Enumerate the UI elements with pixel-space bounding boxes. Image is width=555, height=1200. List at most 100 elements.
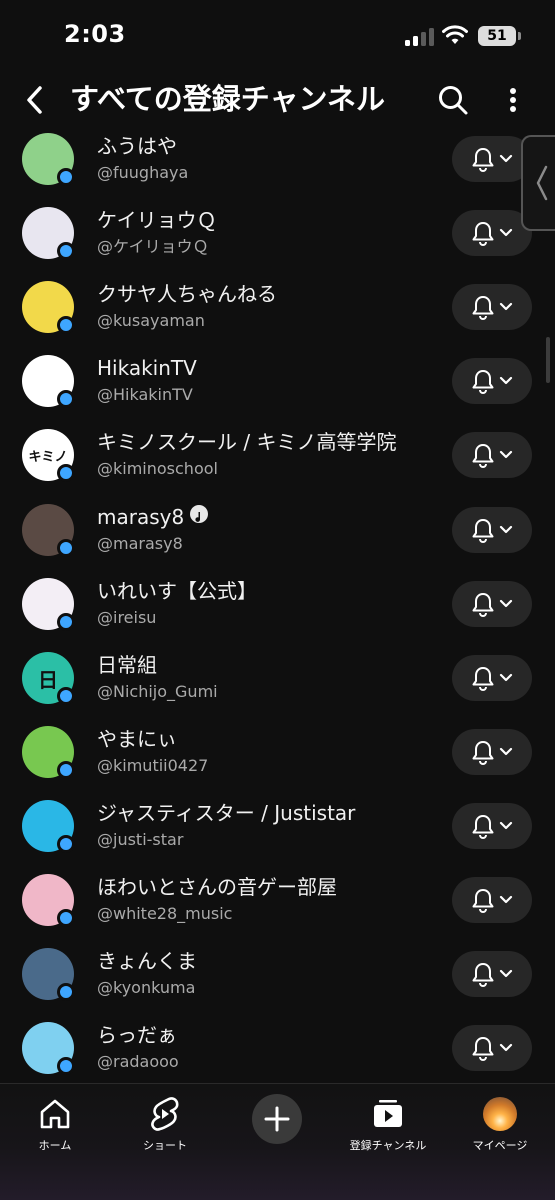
bell-icon xyxy=(472,815,494,839)
notification-settings-button[interactable] xyxy=(452,581,532,627)
channel-name-text: marasy8 xyxy=(97,505,185,529)
new-content-dot xyxy=(57,464,75,482)
bell-icon xyxy=(472,148,494,172)
bell-icon xyxy=(472,593,494,617)
wifi-icon xyxy=(442,25,468,44)
back-button[interactable] xyxy=(18,80,52,120)
channel-row[interactable]: いれいす【公式】 @ireisu xyxy=(0,575,555,649)
bell-icon xyxy=(472,370,494,394)
channel-row[interactable]: marasy8 @marasy8 xyxy=(0,501,555,575)
channel-name: 日常組 xyxy=(97,653,157,677)
channel-row[interactable]: きょんくま @kyonkuma xyxy=(0,945,555,1019)
channel-name: ケイリョウＱ xyxy=(97,208,217,232)
notification-settings-button[interactable] xyxy=(452,358,532,404)
nav-shorts-label: ショート xyxy=(143,1139,187,1152)
channel-row[interactable]: らっだぁ @radaooo xyxy=(0,1019,555,1083)
new-content-dot xyxy=(57,835,75,853)
page-title: すべての登録チャンネル xyxy=(70,82,385,116)
notification-settings-button[interactable] xyxy=(452,507,532,553)
channel-handle: @fuughaya xyxy=(97,163,189,182)
create-button[interactable] xyxy=(252,1094,302,1144)
nav-home-label: ホーム xyxy=(38,1139,72,1152)
nav-mypage-label: マイページ xyxy=(472,1139,528,1152)
bottom-navigation: ホーム ショート 登録チャンネル マイページ xyxy=(0,1083,555,1200)
channel-row[interactable]: ほわいとさんの音ゲー部屋 @white28_music xyxy=(0,871,555,945)
notification-settings-button[interactable] xyxy=(452,803,532,849)
bell-icon xyxy=(472,296,494,320)
search-button[interactable] xyxy=(433,80,473,120)
app-header: すべての登録チャンネル xyxy=(0,72,555,128)
new-content-dot xyxy=(57,1057,75,1075)
chevron-down-icon xyxy=(499,450,513,459)
channel-row[interactable]: ジャスティスター / Justistar @justi-star xyxy=(0,797,555,871)
channel-row[interactable]: ふうはや @fuughaya xyxy=(0,130,555,204)
new-content-dot xyxy=(57,242,75,260)
new-content-dot xyxy=(57,539,75,557)
new-content-dot xyxy=(57,687,75,705)
chevron-down-icon xyxy=(499,895,513,904)
new-content-dot xyxy=(57,168,75,186)
channel-name: らっだぁ xyxy=(97,1023,177,1047)
channel-name: クサヤ人ちゃんねる xyxy=(97,282,277,306)
chevron-down-icon xyxy=(499,525,513,534)
nav-subscriptions[interactable]: 登録チャンネル xyxy=(340,1084,436,1154)
chevron-down-icon xyxy=(499,747,513,756)
channel-row[interactable]: HikakinTV @HikakinTV xyxy=(0,352,555,426)
side-panel-handle[interactable] xyxy=(521,135,555,231)
signal-icon xyxy=(405,28,435,46)
channel-handle: @justi-star xyxy=(97,830,184,849)
channel-list[interactable]: ふうはや @fuughaya ケイリョウＱ @ケイリョウＱ クサヤ人ちゃんねる … xyxy=(0,128,555,1083)
notification-settings-button[interactable] xyxy=(452,877,532,923)
chevron-down-icon xyxy=(499,821,513,830)
profile-avatar xyxy=(483,1094,517,1134)
bell-icon xyxy=(472,741,494,765)
channel-handle: @ケイリョウＱ xyxy=(97,237,209,256)
channel-row[interactable]: クサヤ人ちゃんねる @kusayaman xyxy=(0,278,555,352)
notification-settings-button[interactable] xyxy=(452,210,532,256)
channel-name: ほわいとさんの音ゲー部屋 xyxy=(97,875,337,899)
battery-icon: 51 xyxy=(478,26,516,46)
plus-icon xyxy=(264,1106,290,1132)
chevron-down-icon xyxy=(499,1043,513,1052)
channel-name: やまにぃ xyxy=(97,727,177,751)
bell-icon xyxy=(472,889,494,913)
shorts-icon xyxy=(150,1094,180,1134)
channel-row[interactable]: ケイリョウＱ @ケイリョウＱ xyxy=(0,204,555,278)
new-content-dot xyxy=(57,909,75,927)
chevron-left-icon xyxy=(536,165,548,201)
notification-settings-button[interactable] xyxy=(452,729,532,775)
bell-icon xyxy=(472,519,494,543)
more-options-button[interactable] xyxy=(503,80,523,120)
channel-name: marasy8 xyxy=(97,503,209,531)
chevron-down-icon xyxy=(499,154,513,163)
chevron-down-icon xyxy=(499,228,513,237)
nav-shorts[interactable]: ショート xyxy=(130,1084,200,1154)
search-icon xyxy=(439,86,468,115)
status-time: 2:03 xyxy=(64,20,126,48)
channel-handle: @ireisu xyxy=(97,608,157,627)
notification-settings-button[interactable] xyxy=(452,136,532,182)
nav-mypage[interactable]: マイページ xyxy=(462,1084,538,1154)
notification-settings-button[interactable] xyxy=(452,432,532,478)
bell-icon xyxy=(472,444,494,468)
channel-row[interactable]: やまにぃ @kimutii0427 xyxy=(0,723,555,797)
bell-icon xyxy=(472,1037,494,1061)
channel-handle: @kiminoschool xyxy=(97,459,218,478)
scrollbar[interactable] xyxy=(546,337,550,383)
channel-row[interactable]: キミノ キミノスクール / キミノ高等学院 @kiminoschool xyxy=(0,426,555,500)
channel-name: HikakinTV xyxy=(97,356,197,380)
new-content-dot xyxy=(57,613,75,631)
notification-settings-button[interactable] xyxy=(452,951,532,997)
channel-name: キミノスクール / キミノ高等学院 xyxy=(97,430,397,454)
notification-settings-button[interactable] xyxy=(452,284,532,330)
notification-settings-button[interactable] xyxy=(452,655,532,701)
new-content-dot xyxy=(57,390,75,408)
home-icon xyxy=(38,1094,72,1134)
notification-settings-button[interactable] xyxy=(452,1025,532,1071)
channel-row[interactable]: 日 日常組 @Nichijo_Gumi xyxy=(0,649,555,723)
nav-home[interactable]: ホーム xyxy=(22,1084,88,1154)
channel-handle: @HikakinTV xyxy=(97,385,193,404)
battery-tip xyxy=(518,32,521,40)
status-bar: 2:03 51 xyxy=(0,0,555,72)
bell-icon xyxy=(472,667,494,691)
